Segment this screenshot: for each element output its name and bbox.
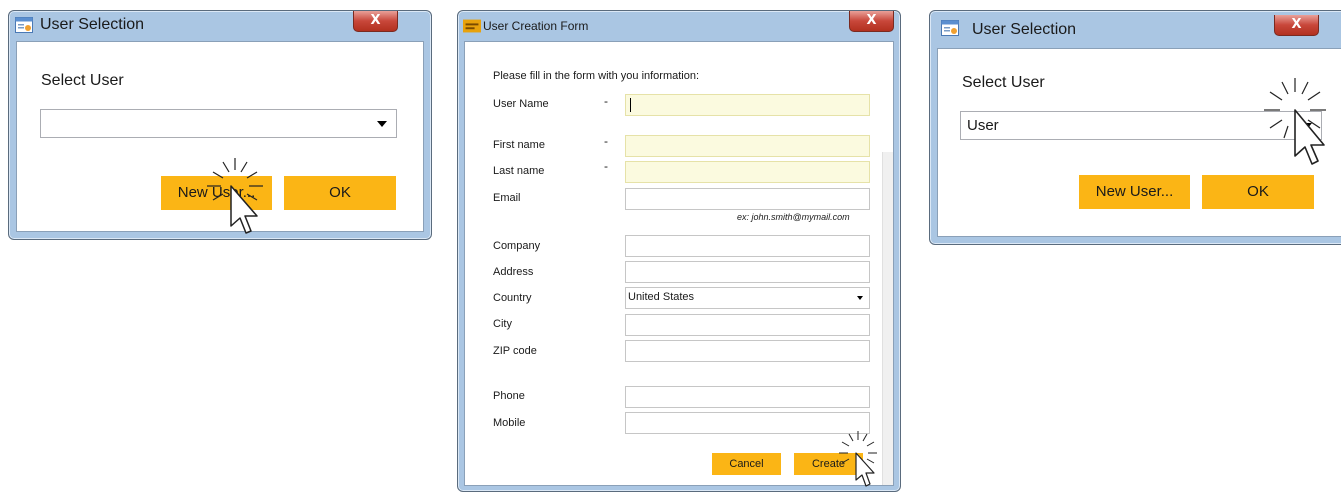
ok-button-label: OK — [329, 184, 351, 201]
select-user-label: Select User — [962, 74, 1045, 91]
required-mark: - — [604, 134, 608, 148]
app-window-icon — [15, 17, 33, 33]
mobile-label: Mobile — [493, 417, 526, 429]
city-label: City — [493, 318, 512, 330]
close-button[interactable]: X — [849, 11, 894, 32]
new-user-button-label: New User... — [1095, 183, 1174, 200]
form-client-area: Please fill in the form with you informa… — [464, 41, 894, 486]
firstname-label: First name — [493, 139, 545, 151]
username-label: User Name — [493, 98, 549, 110]
title-bar[interactable]: User Creation Form X — [458, 11, 900, 39]
user-creation-window: User Creation Form X Please fill in the … — [457, 10, 901, 492]
email-hint: ex: john.smith@mymail.com — [737, 212, 850, 222]
close-icon: X — [370, 13, 381, 28]
app-window-icon — [941, 20, 959, 36]
address-label: Address — [493, 266, 534, 278]
username-field[interactable] — [625, 94, 870, 116]
country-value: United States — [628, 291, 695, 303]
country-select[interactable]: United States — [625, 287, 870, 309]
form-intro: Please fill in the form with you informa… — [493, 70, 700, 82]
dropdown-arrow-icon[interactable] — [857, 296, 863, 300]
lastname-field[interactable] — [625, 161, 870, 183]
title-bar[interactable]: User Selection X — [9, 11, 431, 39]
close-button[interactable]: X — [1274, 15, 1319, 36]
cancel-button-label: Cancel — [729, 458, 764, 470]
lastname-label: Last name — [493, 165, 545, 177]
select-user-label: Select User — [41, 72, 124, 89]
cursor-click-icon — [1264, 78, 1326, 165]
title-bar[interactable]: User Selection X — [930, 11, 1341, 39]
ok-button-label: OK — [1247, 183, 1269, 200]
cursor-click-icon — [207, 158, 263, 234]
email-label: Email — [493, 192, 521, 204]
company-field[interactable] — [625, 235, 870, 257]
cancel-button[interactable]: Cancel — [712, 453, 781, 475]
form-app-icon — [463, 19, 481, 33]
close-icon: X — [866, 13, 877, 28]
new-user-button[interactable]: New User... — [1079, 175, 1190, 209]
phone-field[interactable] — [625, 386, 870, 408]
close-button[interactable]: X — [353, 11, 398, 32]
zip-label: ZIP code — [493, 345, 537, 357]
company-label: Company — [493, 240, 541, 252]
user-select-combo[interactable] — [40, 109, 397, 138]
firstname-field[interactable] — [625, 135, 870, 157]
phone-label: Phone — [493, 390, 525, 402]
dropdown-arrow-icon[interactable] — [377, 121, 387, 127]
cursor-click-icon — [839, 431, 877, 487]
zip-field[interactable] — [625, 340, 870, 362]
window-title: User Selection — [972, 21, 1077, 38]
window-title: User Creation Form — [483, 19, 589, 33]
address-field[interactable] — [625, 261, 870, 283]
email-field[interactable] — [625, 188, 870, 210]
required-mark: - — [604, 159, 608, 173]
city-field[interactable] — [625, 314, 870, 336]
combo-value: User — [967, 117, 999, 134]
required-mark: - — [604, 94, 608, 108]
ok-button[interactable]: OK — [284, 176, 396, 210]
close-icon: X — [1291, 17, 1302, 32]
country-label: Country — [493, 292, 532, 304]
window-title: User Selection — [40, 16, 145, 33]
text-caret — [630, 98, 631, 112]
